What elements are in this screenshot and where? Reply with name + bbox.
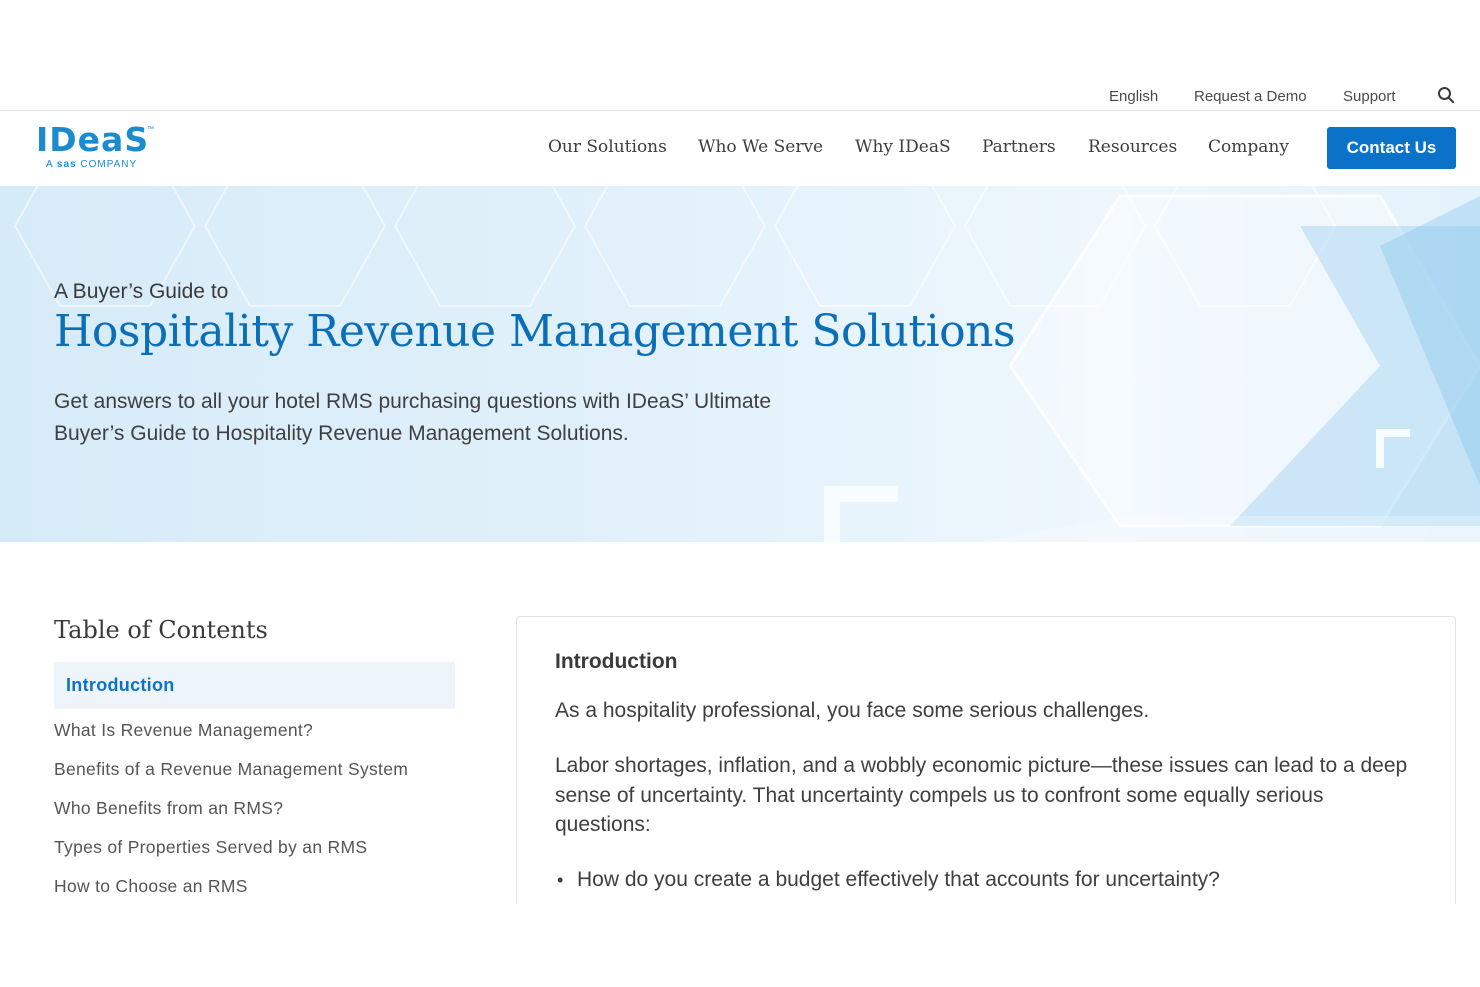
ideas-logo[interactable]: IDeaS ™ A sas COMPANY <box>36 123 176 173</box>
contact-us-button[interactable]: Contact Us <box>1327 127 1456 169</box>
toc-item-introduction[interactable]: Introduction <box>54 662 455 709</box>
support-link[interactable]: Support <box>1343 88 1396 105</box>
search-icon[interactable] <box>1437 86 1455 104</box>
utility-bar: English Request a Demo Support <box>0 78 1480 111</box>
logo-tagline-brand: sas <box>56 159 77 170</box>
logo-tagline-prefix: A <box>46 159 57 170</box>
nav-who-we-serve[interactable]: Who We Serve <box>698 137 823 157</box>
nav-company[interactable]: Company <box>1208 137 1289 157</box>
question-list: How do you create a budget effectively t… <box>555 865 1425 895</box>
hexagon-pattern-background <box>13 186 1480 542</box>
nav-partners[interactable]: Partners <box>982 137 1056 157</box>
list-item: How do you create a budget effectively t… <box>555 865 1425 895</box>
request-demo-link[interactable]: Request a Demo <box>1194 88 1307 105</box>
toc-title: Table of Contents <box>54 616 268 644</box>
section-heading: Introduction <box>555 650 678 673</box>
logo-wordmark: IDeaS <box>36 120 150 159</box>
nav-why-ideas[interactable]: Why IDeaS <box>855 137 951 157</box>
logo-tagline: A sas COMPANY <box>46 159 137 170</box>
nav-resources[interactable]: Resources <box>1088 137 1177 157</box>
toc-item-types-of-properties[interactable]: Types of Properties Served by an RMS <box>54 828 455 867</box>
hero-banner: A Buyer’s Guide to Hospitality Revenue M… <box>0 186 1480 542</box>
logo-trademark: ™ <box>147 126 154 133</box>
page-title: Hospitality Revenue Management Solutions <box>54 306 1016 357</box>
hero-kicker: A Buyer’s Guide to <box>54 280 229 303</box>
toc-item-what-is-revenue-management[interactable]: What Is Revenue Management? <box>54 711 455 750</box>
toc-item-who-benefits[interactable]: Who Benefits from an RMS? <box>54 789 455 828</box>
toc-item-how-to-choose[interactable]: How to Choose an RMS <box>54 867 455 906</box>
table-of-contents: Introduction What Is Revenue Management?… <box>54 662 455 906</box>
logo-tagline-suffix: COMPANY <box>76 159 138 170</box>
language-selector[interactable]: English <box>1109 88 1158 105</box>
content-card: Introduction As a hospitality profession… <box>516 616 1456 904</box>
intro-paragraph-2: Labor shortages, inflation, and a wobbly… <box>555 754 1408 836</box>
intro-paragraph-1: As a hospitality professional, you face … <box>555 699 1150 722</box>
main-header: IDeaS ™ A sas COMPANY Our Solutions Who … <box>0 111 1480 186</box>
toc-item-benefits-of-rms[interactable]: Benefits of a Revenue Management System <box>54 750 455 789</box>
nav-our-solutions[interactable]: Our Solutions <box>548 137 667 157</box>
hero-description: Get answers to all your hotel RMS purcha… <box>54 390 772 445</box>
